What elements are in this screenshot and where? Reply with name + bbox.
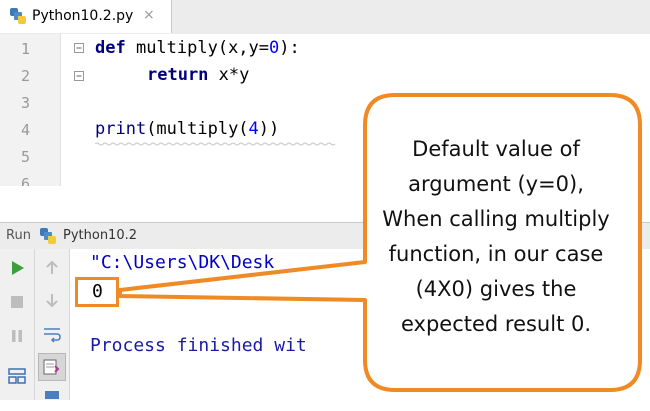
callout-line: Default value of: [412, 137, 580, 161]
callout-line: (4X0) gives the: [415, 277, 577, 301]
callout-text: Default value of argument (y=0), When ca…: [360, 112, 632, 362]
callout-line: When calling multiply: [382, 207, 610, 231]
callout-line: function, in our case: [388, 242, 604, 266]
callout-line: argument (y=0),: [408, 172, 584, 196]
callout-line: expected result 0.: [400, 312, 592, 336]
